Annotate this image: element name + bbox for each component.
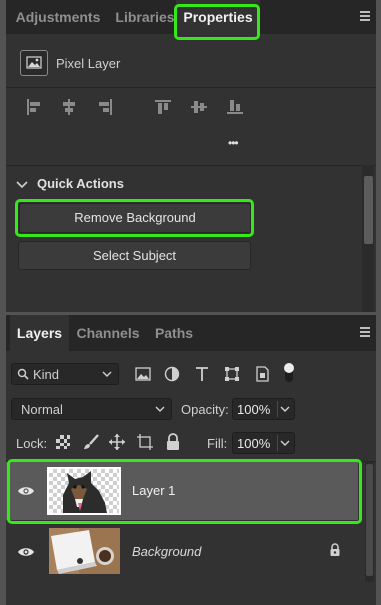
layers-tab-bar: Layers Channels Paths <box>6 315 376 351</box>
lock-label: Lock: <box>16 436 48 451</box>
filter-pixel-layer-icon[interactable] <box>134 365 152 388</box>
filter-kind-label: Kind <box>33 367 60 382</box>
align-top-edges-icon[interactable] <box>153 97 173 122</box>
blend-mode-value: Normal <box>21 402 63 417</box>
align-vertical-centers-icon[interactable] <box>189 97 209 122</box>
opacity-field[interactable]: 100% <box>232 398 295 420</box>
align-right-edges-icon[interactable] <box>95 97 115 122</box>
align-bottom-edges-icon[interactable] <box>225 97 245 122</box>
more-options-button[interactable]: ••• <box>228 136 239 150</box>
background-thumbnail <box>49 528 120 574</box>
layers-panel: Layers Channels Paths Kind Normal Opacit… <box>6 315 376 605</box>
lock-position-icon[interactable] <box>108 433 126 456</box>
opacity-value: 100% <box>237 402 271 417</box>
opacity-label: Opacity: <box>181 402 229 417</box>
pixel-layer-icon <box>20 50 48 76</box>
filter-type-layer-icon[interactable] <box>193 365 211 388</box>
filter-adjustment-layer-icon[interactable] <box>163 365 181 388</box>
layers-scrollbar-thumb[interactable] <box>366 464 373 576</box>
quick-actions-title: Quick Actions <box>37 176 124 191</box>
layers-panel-menu-icon[interactable] <box>360 327 370 339</box>
select-subject-button[interactable]: Select Subject <box>18 241 251 270</box>
tab-layers[interactable]: Layers <box>10 315 69 351</box>
layer-name: Background <box>132 544 202 559</box>
search-icon <box>17 368 29 380</box>
tab-channels[interactable]: Channels <box>70 315 146 351</box>
layer-row-background[interactable]: Background <box>6 526 358 577</box>
align-left-edges-icon[interactable] <box>24 97 44 122</box>
chevron-down-icon <box>280 440 290 446</box>
filter-kind-select[interactable]: Kind <box>11 363 119 385</box>
layer-kind-label: Pixel Layer <box>56 56 121 71</box>
chevron-down-icon <box>155 406 165 412</box>
align-horizontal-centers-icon[interactable] <box>59 97 79 122</box>
fill-label: Fill: <box>207 436 228 451</box>
lock-artboard-icon[interactable] <box>136 433 154 456</box>
properties-divider-1 <box>6 87 376 88</box>
lock-transparent-pixels-icon[interactable] <box>55 434 71 455</box>
filter-shape-layer-icon[interactable] <box>223 365 241 388</box>
chevron-down-icon <box>280 406 290 412</box>
properties-panel: Adjustments Libraries Properties Pixel L… <box>6 0 376 312</box>
panel-menu-icon[interactable] <box>360 11 370 23</box>
properties-divider-2 <box>6 165 376 166</box>
visibility-eye-icon[interactable] <box>17 546 35 558</box>
fill-value: 100% <box>237 436 271 451</box>
collapse-chevron-icon[interactable] <box>16 177 28 195</box>
chevron-down-icon <box>102 371 112 377</box>
tab-libraries[interactable]: Libraries <box>106 0 184 34</box>
properties-tab-highlight <box>174 4 260 40</box>
tab-adjustments[interactable]: Adjustments <box>10 0 106 34</box>
lock-icon <box>330 543 340 556</box>
properties-scrollbar-thumb[interactable] <box>364 176 373 244</box>
lock-image-pixels-icon[interactable] <box>82 433 100 456</box>
filter-toggle-icon[interactable] <box>283 362 295 389</box>
blend-mode-select[interactable]: Normal <box>11 398 172 420</box>
fill-field[interactable]: 100% <box>232 432 295 454</box>
layer-1-highlight <box>7 459 362 524</box>
filter-smart-object-icon[interactable] <box>253 365 271 388</box>
lock-all-icon[interactable] <box>165 433 181 456</box>
remove-background-highlight <box>15 199 254 237</box>
tab-paths[interactable]: Paths <box>146 315 202 351</box>
